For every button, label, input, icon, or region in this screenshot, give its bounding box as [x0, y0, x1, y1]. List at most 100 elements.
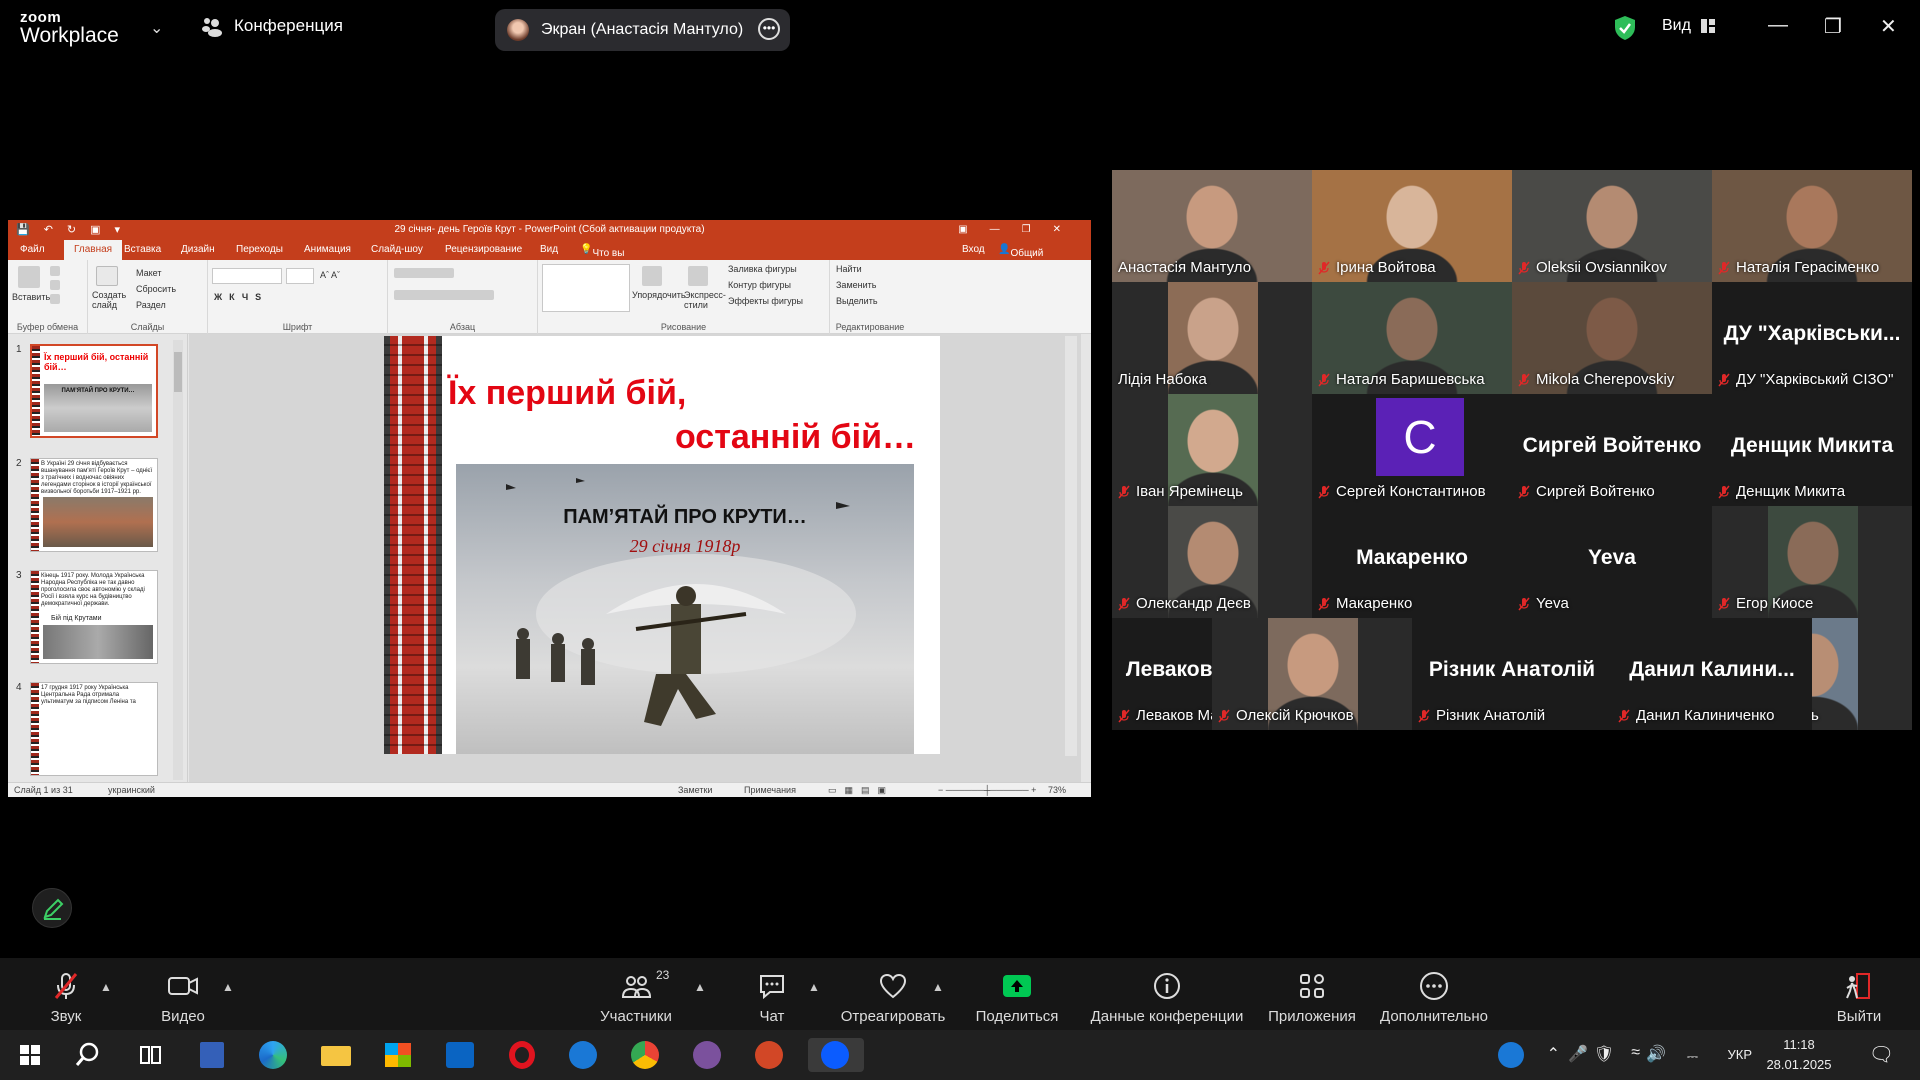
keyboard-language[interactable]: УКР: [1727, 1047, 1752, 1062]
meeting-info-button[interactable]: Данные конференции: [1086, 970, 1248, 1025]
copy-icon[interactable]: [50, 280, 60, 290]
select-button[interactable]: Выделить: [836, 296, 878, 306]
zoom-app-icon[interactable]: [808, 1038, 864, 1072]
quick-styles-icon[interactable]: [688, 266, 708, 286]
viber-icon[interactable]: [690, 1038, 726, 1072]
participant-tile[interactable]: Різник Анатолій Різник Анатолій: [1412, 618, 1612, 730]
quick-access-icons[interactable]: 💾↶↻▣▾: [16, 220, 134, 240]
font-format-buttons[interactable]: ЖКЧS: [214, 292, 268, 302]
more-button[interactable]: Дополнительно: [1376, 970, 1492, 1025]
restore-icon[interactable]: ❐: [1824, 14, 1842, 39]
participant-tile[interactable]: Ірина Войтова: [1312, 170, 1512, 282]
new-slide-label[interactable]: Создать слайд: [92, 290, 132, 310]
shapes-gallery[interactable]: [542, 264, 630, 312]
more-options-icon[interactable]: •••: [758, 18, 780, 40]
search-icon[interactable]: [70, 1038, 106, 1072]
video-options-caret-icon[interactable]: ▲: [222, 980, 234, 994]
layout-button[interactable]: Макет: [136, 268, 161, 278]
participant-tile[interactable]: ДУ "Харківськи... ДУ "Харківський СІЗО": [1712, 282, 1912, 394]
slide-scrollbar[interactable]: [1065, 336, 1077, 756]
shape-fill-button[interactable]: Заливка фигуры: [728, 264, 797, 274]
participant-tile[interactable]: Денщик Микита Денщик Микита: [1712, 394, 1912, 506]
participant-tile[interactable]: Лідія Набока: [1112, 282, 1312, 394]
tab-home[interactable]: Главная: [64, 240, 123, 260]
participant-tile[interactable]: Mikola Cherepovskiy: [1512, 282, 1712, 394]
slide-thumbnail-3[interactable]: Кінець 1917 року. Молода Українська Наро…: [30, 570, 158, 664]
arrange-label[interactable]: Упорядочить: [632, 290, 686, 300]
arrange-icon[interactable]: [642, 266, 662, 286]
zoom-workplace-logo[interactable]: zoom Workplace: [20, 10, 119, 46]
zoom-percent[interactable]: 73%: [1048, 785, 1066, 795]
tab-animations[interactable]: Анимация: [304, 244, 351, 255]
file-explorer-icon[interactable]: [318, 1038, 354, 1072]
screen-share-indicator[interactable]: Экран (Анастасія Мантуло) •••: [495, 9, 790, 51]
notes-button[interactable]: Заметки: [678, 785, 712, 795]
participant-tile[interactable]: Данил Калини... Данил Калиниченко: [1612, 618, 1812, 730]
replace-button[interactable]: Заменить: [836, 280, 876, 290]
volume-icon[interactable]: 🔊: [1646, 1044, 1666, 1064]
tab-insert[interactable]: Вставка: [124, 244, 161, 255]
audio-button[interactable]: Звук: [44, 970, 88, 1025]
participant-tile[interactable]: C Сергей Константинов: [1312, 394, 1512, 506]
shape-effects-button[interactable]: Эффекты фигуры: [728, 296, 803, 306]
apps-button[interactable]: Приложения: [1264, 970, 1360, 1025]
help-icon[interactable]: [1498, 1042, 1524, 1068]
slide-thumbnail-4[interactable]: 17 грудня 1917 року Українська Центральн…: [30, 682, 158, 776]
outlook-icon[interactable]: [442, 1038, 478, 1072]
comments-button[interactable]: Примечания: [744, 785, 796, 795]
chat-options-caret-icon[interactable]: ▲: [808, 980, 820, 994]
react-options-caret-icon[interactable]: ▲: [932, 980, 944, 994]
react-button[interactable]: Отреагировать: [838, 970, 948, 1025]
tray-overflow-chevron-icon[interactable]: ⌃: [1547, 1044, 1560, 1064]
encryption-shield-icon[interactable]: [1614, 15, 1636, 41]
tab-design[interactable]: Дизайн: [181, 244, 215, 255]
reset-button[interactable]: Сбросить: [136, 284, 176, 294]
tab-slideshow[interactable]: Слайд-шоу: [371, 244, 423, 255]
current-slide[interactable]: Їх перший бій, останній бій… ПАМ’ЯТАЙ ПР…: [384, 336, 940, 754]
edge-browser-icon[interactable]: [256, 1038, 292, 1072]
leave-button[interactable]: Выйти: [1834, 970, 1884, 1025]
task-view-icon[interactable]: [132, 1038, 168, 1072]
minimize-icon[interactable]: —: [1768, 14, 1788, 37]
font-name-box[interactable]: [212, 268, 282, 284]
microphone-tray-icon[interactable]: 🎤: [1568, 1044, 1588, 1064]
find-button[interactable]: Найти: [836, 264, 862, 274]
participant-tile[interactable]: Наталія Герасіменко: [1712, 170, 1912, 282]
chrome-browser-icon[interactable]: [628, 1038, 664, 1072]
teamviewer-icon[interactable]: [566, 1038, 602, 1072]
participant-tile[interactable]: Егор Киосе: [1712, 506, 1912, 618]
font-grow-icon[interactable]: Aˆ Aˇ: [320, 270, 340, 280]
meeting-tab[interactable]: Конференция: [200, 14, 343, 38]
clock-time[interactable]: 11:18: [1764, 1037, 1834, 1052]
defender-shield-icon[interactable]: 🛡: [1594, 1044, 1614, 1064]
floppy-app-icon[interactable]: [194, 1038, 230, 1072]
shape-outline-button[interactable]: Контур фигуры: [728, 280, 791, 290]
notifications-icon[interactable]: 🗨: [1869, 1042, 1894, 1067]
new-slide-icon[interactable]: [96, 266, 118, 286]
windows-start-icon[interactable]: [12, 1038, 48, 1072]
format-painter-icon[interactable]: [50, 294, 60, 304]
participant-tile[interactable]: Oleksii Ovsiannikov: [1512, 170, 1712, 282]
thumbnails-scrollbar[interactable]: [173, 340, 183, 780]
participant-tile[interactable]: Yeva Yeva: [1512, 506, 1712, 618]
font-size-box[interactable]: [286, 268, 314, 284]
ppt-window-controls[interactable]: ▣—❐✕: [958, 220, 1083, 240]
cut-icon[interactable]: [50, 266, 60, 276]
tab-view[interactable]: Вид: [540, 244, 558, 255]
participant-tile[interactable]: Олексій Крючков: [1212, 618, 1412, 730]
tell-me-box[interactable]: 💡 Что вы хотите сделать?: [580, 244, 635, 281]
chat-button[interactable]: Чат: [752, 970, 792, 1025]
annotate-pen-button[interactable]: [32, 888, 72, 928]
scroll-thumb[interactable]: [174, 352, 182, 392]
power-plug-icon[interactable]: ⎓: [1687, 1048, 1698, 1065]
share-screen-button[interactable]: Поделиться: [972, 970, 1062, 1025]
participant-tile[interactable]: Макаренко Макаренко: [1312, 506, 1512, 618]
list-icons[interactable]: [394, 268, 454, 278]
opera-browser-icon[interactable]: [504, 1038, 540, 1072]
video-button[interactable]: Видео: [158, 970, 208, 1025]
participant-tile[interactable]: Іван Яремінець: [1112, 394, 1312, 506]
section-button[interactable]: Раздел: [136, 300, 166, 310]
tab-file[interactable]: Файл: [20, 244, 45, 255]
network-icon[interactable]: ≈: [1631, 1044, 1640, 1062]
align-icons[interactable]: [394, 290, 494, 300]
